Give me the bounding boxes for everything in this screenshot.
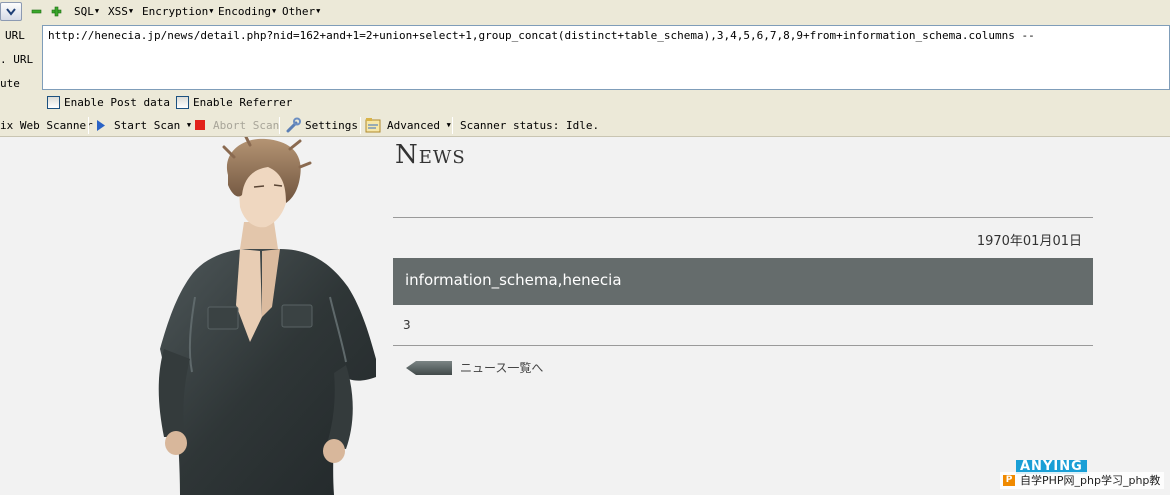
hackbar-dropdown-button[interactable] — [0, 2, 22, 21]
advanced-button[interactable]: Advanced ▼ — [387, 119, 451, 132]
abort-scan-button[interactable]: Abort Scan — [213, 119, 279, 132]
menu-encoding[interactable]: Encoding▼ — [218, 5, 276, 18]
back-to-news-list-link[interactable]: ニュース一覧へ — [406, 359, 543, 376]
divider — [393, 345, 1093, 346]
play-icon — [97, 120, 105, 131]
news-headline: information_schema,henecia — [405, 271, 622, 289]
chevron-down-icon — [6, 8, 16, 16]
execute-label[interactable]: ute — [0, 77, 20, 90]
p-logo-icon: P — [1003, 475, 1015, 486]
menu-encryption[interactable]: Encryption▼ — [142, 5, 213, 18]
scanner-status: Scanner status: Idle. — [460, 119, 600, 132]
news-date: 1970年01月01日 — [976, 234, 1082, 249]
enable-referrer-label: Enable Referrer — [193, 96, 293, 109]
toolbar-separator — [279, 117, 280, 134]
toolbar-separator — [360, 117, 361, 134]
scanner-name: ix Web Scanner — [0, 119, 93, 132]
divider — [393, 217, 1093, 218]
minus-icon[interactable] — [31, 6, 42, 17]
split-url-label[interactable]: . URL — [0, 53, 33, 66]
wrench-icon — [286, 117, 301, 133]
enable-post-label: Enable Post data — [64, 96, 170, 109]
watermark: ANYING P 自学PHP网_php学习_php教 — [1000, 457, 1170, 495]
enable-referrer-option[interactable]: Enable Referrer — [176, 96, 292, 109]
advanced-icon — [365, 118, 381, 133]
toolbar-separator — [88, 117, 89, 134]
news-body: 3 — [403, 318, 411, 332]
plus-icon[interactable] — [51, 6, 62, 17]
page-title: News — [395, 140, 466, 170]
scanner-toolbar: ix Web Scanner Start Scan ▼ Abort Scan S… — [0, 115, 1170, 136]
menu-sql[interactable]: SQL▼ — [74, 5, 99, 18]
stop-icon — [195, 120, 205, 130]
news-headline-bar: information_schema,henecia — [393, 258, 1093, 305]
hackbar-menubar: SQL▼ XSS▼ Encryption▼ Encoding▼ Other▼ — [0, 0, 1170, 24]
enable-post-option[interactable]: Enable Post data — [47, 96, 170, 109]
arrow-left-icon — [406, 360, 452, 375]
toolbar-separator — [452, 117, 453, 134]
web-page: News 1970年01月01日 information_schema,hene… — [0, 137, 1170, 495]
url-textarea[interactable]: http://henecia.jp/news/detail.php?nid=16… — [42, 25, 1170, 90]
menu-other[interactable]: Other▼ — [282, 5, 320, 18]
load-url-label[interactable]: URL — [5, 29, 25, 42]
hackbar-toolbar: SQL▼ XSS▼ Encryption▼ Encoding▼ Other▼ U… — [0, 0, 1170, 137]
menu-xss[interactable]: XSS▼ — [108, 5, 133, 18]
back-link-label: ニュース一覧へ — [460, 361, 544, 375]
start-scan-button[interactable]: Start Scan ▼ — [114, 119, 191, 132]
enable-referrer-checkbox[interactable] — [176, 96, 189, 109]
watermark-text: P 自学PHP网_php学习_php教 — [1000, 472, 1165, 489]
enable-post-checkbox[interactable] — [47, 96, 60, 109]
settings-button[interactable]: Settings — [305, 119, 358, 132]
artist-photo — [158, 137, 376, 495]
